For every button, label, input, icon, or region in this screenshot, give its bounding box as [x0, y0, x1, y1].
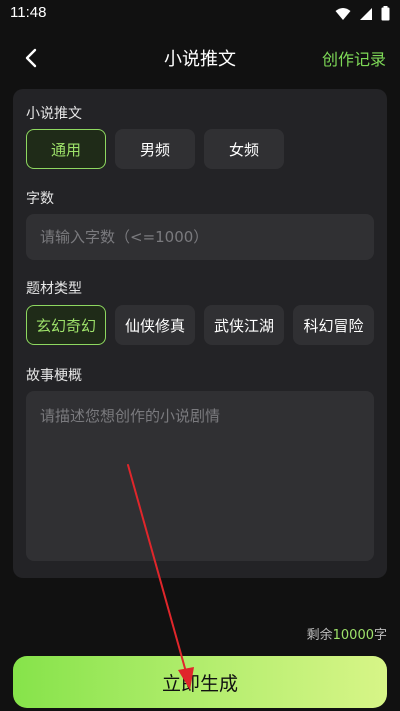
novel-type-label: 小说推文	[26, 106, 82, 122]
wifi-icon	[335, 7, 351, 20]
remaining-prefix: 剩余	[306, 628, 333, 643]
plot-summary-textarea[interactable]: 请描述您想创作的小说剧情	[26, 391, 374, 561]
status-bar: 11:48	[0, 0, 400, 30]
type-option-female[interactable]: 女频	[204, 129, 284, 169]
genre-option-fantasy[interactable]: 玄幻奇幻	[26, 305, 106, 345]
nav-bar: 小说推文 创作记录	[0, 36, 400, 80]
form-card: 小说推文 通用 男频 女频 字数 请输入字数（<=1000） 题材类型 玄幻奇幻…	[13, 89, 387, 578]
plot-summary-label: 故事梗概	[26, 368, 82, 384]
remaining-word-count: 剩余10000字	[307, 624, 387, 643]
status-icons	[335, 6, 390, 21]
creation-record-link[interactable]: 创作记录	[322, 46, 386, 70]
remaining-count: 10000	[332, 628, 374, 643]
type-option-general[interactable]: 通用	[26, 129, 106, 169]
remaining-suffix: 字	[373, 628, 387, 643]
genre-option-xianxia[interactable]: 仙侠修真	[115, 305, 195, 345]
battery-icon	[381, 6, 390, 21]
status-time: 11:48	[10, 4, 47, 21]
generate-button-label: 立即生成	[161, 672, 238, 695]
generate-button[interactable]: 立即生成	[13, 656, 387, 708]
genre-option-scifi[interactable]: 科幻冒险	[293, 305, 374, 345]
word-count-input[interactable]: 请输入字数（<=1000）	[26, 214, 374, 260]
back-arrow-icon[interactable]	[20, 46, 44, 70]
signal-icon	[360, 7, 372, 20]
type-option-male[interactable]: 男频	[115, 129, 195, 169]
word-count-label: 字数	[26, 191, 54, 207]
genre-label: 题材类型	[26, 281, 82, 297]
genre-option-wuxia[interactable]: 武侠江湖	[204, 305, 284, 345]
screen: 11:48 小说推文 创作记录 小说推文 通用 男频 女频 字数 请输入字数（<…	[0, 0, 400, 711]
